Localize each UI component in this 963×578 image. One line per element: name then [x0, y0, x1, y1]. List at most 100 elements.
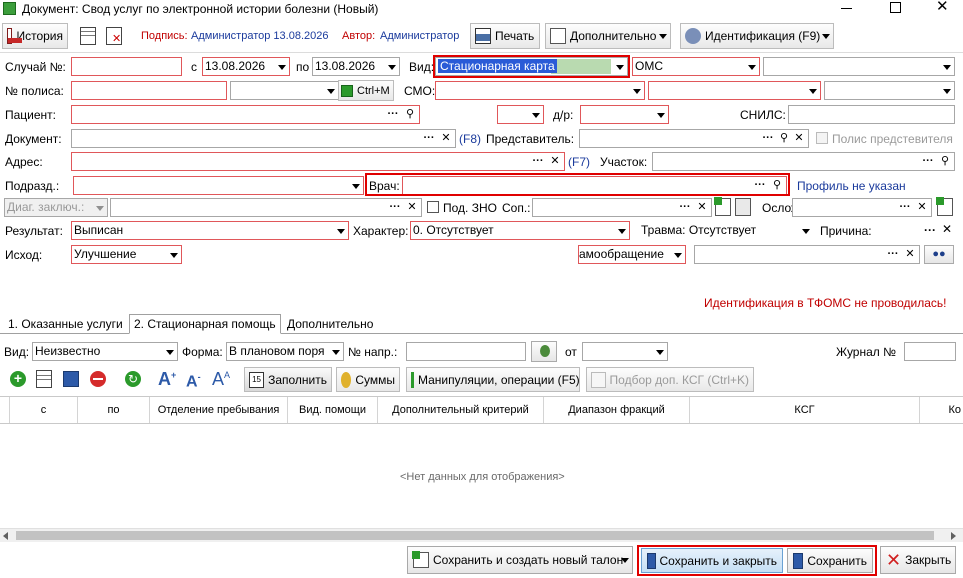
self-referral-field[interactable]: ··· ✕ — [694, 245, 920, 264]
chevron-down-icon[interactable] — [629, 82, 644, 99]
ref-number-field[interactable] — [406, 342, 526, 361]
journal-field[interactable] — [904, 342, 956, 361]
trauma-select[interactable]: Травма: Отсутствует — [638, 221, 814, 240]
policy-field[interactable] — [71, 81, 227, 100]
chevron-down-icon[interactable] — [614, 222, 629, 239]
history-button[interactable]: История — [2, 23, 68, 49]
font-increase-icon[interactable]: A+ — [158, 368, 176, 388]
ellipsis-icon[interactable]: ··· — [885, 246, 901, 263]
scroll-right-icon[interactable] — [951, 532, 956, 540]
clear-icon[interactable]: ✕ — [548, 153, 562, 170]
manipulations-button[interactable]: Манипуляции, операции (F5) — [406, 367, 580, 392]
zno-checkbox[interactable] — [427, 201, 439, 213]
character-select[interactable]: 0. Отсутствует — [410, 221, 630, 240]
identify-button[interactable]: Идентификация (F9) — [680, 23, 834, 49]
refresh-icon[interactable]: ↻ — [125, 371, 141, 387]
binoculars-icon[interactable]: ●● — [924, 245, 954, 264]
chevron-down-icon[interactable] — [652, 343, 667, 360]
add-concomitant-icon[interactable] — [714, 197, 731, 216]
chevron-down-icon[interactable] — [621, 558, 629, 563]
document-field[interactable]: ··· ✕ — [71, 129, 456, 148]
font-reset-icon[interactable]: AA — [212, 368, 230, 388]
grid-col-department[interactable]: Отделение пребывания — [150, 397, 288, 423]
address-field[interactable]: ··· ✕ — [71, 152, 565, 171]
complication-field[interactable]: ··· ✕ — [792, 198, 932, 217]
chevron-down-icon[interactable] — [528, 106, 543, 123]
print-button[interactable]: Печать — [470, 23, 540, 49]
add-row-icon[interactable]: + — [10, 371, 26, 387]
clear-icon[interactable]: ✕ — [695, 199, 709, 216]
more-button[interactable]: Дополнительно — [545, 23, 671, 49]
close-window-icon[interactable]: ✕ — [936, 0, 949, 14]
chevron-down-icon[interactable] — [939, 82, 954, 99]
smo-select[interactable] — [435, 81, 645, 100]
chevron-down-icon[interactable] — [274, 58, 289, 75]
scroll-left-icon[interactable] — [3, 532, 8, 540]
delete-doc-icon[interactable]: ✕ — [106, 27, 122, 45]
diag-field[interactable]: ··· ✕ — [110, 198, 422, 217]
chevron-down-icon[interactable] — [92, 199, 107, 216]
minimize-icon[interactable] — [841, 8, 852, 9]
chevron-down-icon[interactable] — [384, 58, 399, 75]
clear-icon[interactable]: ✕ — [439, 130, 453, 147]
chevron-down-icon[interactable] — [328, 343, 343, 360]
grid-col-from[interactable]: с — [10, 397, 78, 423]
chevron-down-icon[interactable] — [653, 106, 668, 123]
copy-icon[interactable] — [735, 198, 751, 216]
scroll-thumb[interactable] — [16, 531, 934, 540]
date-to-field[interactable]: 13.08.2026 — [312, 57, 400, 76]
smo-extra-select[interactable] — [824, 81, 955, 100]
font-decrease-icon[interactable]: A- — [186, 370, 201, 390]
ellipsis-icon[interactable]: ··· — [387, 199, 403, 216]
sums-button[interactable]: Суммы — [336, 367, 400, 392]
ellipsis-icon[interactable]: ··· — [385, 106, 401, 123]
rep-policy-checkbox[interactable] — [816, 132, 828, 144]
ref-date-field[interactable] — [582, 342, 668, 361]
ellipsis-icon[interactable]: ··· — [677, 199, 693, 216]
chevron-down-icon[interactable] — [798, 222, 813, 239]
smo-region-select[interactable] — [648, 81, 821, 100]
grid-col-to[interactable]: по — [78, 397, 150, 423]
delete-row-icon[interactable] — [90, 371, 106, 387]
tab-services[interactable]: 1. Оказанные услуги — [4, 316, 127, 334]
search-icon[interactable]: ⚲ — [938, 153, 952, 170]
chevron-down-icon[interactable] — [939, 58, 954, 75]
chevron-down-icon[interactable] — [166, 246, 181, 263]
reason-clear-icon[interactable]: ✕ — [942, 222, 952, 236]
clear-icon[interactable]: ✕ — [405, 199, 419, 216]
outcome-select[interactable]: Улучшение — [71, 245, 182, 264]
ellipsis-icon[interactable]: ··· — [920, 153, 936, 170]
grid-col-criterion[interactable]: Дополнительный критерий — [378, 397, 544, 423]
diag-conclusion-select[interactable]: Диаг. заключ.: — [4, 198, 108, 217]
edit-doc-icon[interactable] — [80, 27, 96, 45]
ellipsis-icon[interactable]: ··· — [897, 199, 913, 216]
panel-kind-select[interactable]: Неизвестно — [32, 342, 178, 361]
case-number-field[interactable] — [71, 57, 182, 76]
chevron-down-icon[interactable] — [333, 222, 348, 239]
edit-row-icon[interactable] — [36, 370, 52, 388]
gender-select[interactable] — [497, 105, 544, 124]
tab-additional[interactable]: Дополнительно — [283, 316, 377, 334]
panel-form-select[interactable]: В плановом поря — [226, 342, 344, 361]
subdivision-select[interactable] — [73, 176, 364, 195]
chevron-down-icon[interactable] — [670, 246, 685, 263]
grid-col-ksg[interactable]: КСГ — [690, 397, 920, 423]
fund-select[interactable]: ОМС — [632, 57, 760, 76]
result-select[interactable]: Выписан — [71, 221, 349, 240]
tab-inpatient[interactable]: 2. Стационарная помощь — [129, 314, 281, 334]
horizontal-scrollbar[interactable] — [0, 528, 963, 542]
representative-field[interactable]: ··· ⚲ ✕ — [579, 129, 809, 148]
profile-link[interactable]: Профиль не указан — [797, 179, 906, 193]
fill-button[interactable]: 15 Заполнить — [244, 367, 332, 392]
save-row-icon[interactable] — [63, 371, 79, 387]
grid-col-fractions[interactable]: Диапазон фракций — [544, 397, 690, 423]
ref-lookup-icon[interactable] — [531, 341, 557, 362]
ellipsis-icon[interactable]: ··· — [421, 130, 437, 147]
ellipsis-icon[interactable]: ··· — [530, 153, 546, 170]
date-from-field[interactable]: 13.08.2026 — [202, 57, 290, 76]
snils-field[interactable] — [788, 105, 955, 124]
clear-icon[interactable]: ✕ — [792, 130, 806, 147]
chevron-down-icon[interactable] — [348, 177, 363, 194]
dob-field[interactable] — [580, 105, 669, 124]
maximize-icon[interactable] — [890, 2, 901, 13]
